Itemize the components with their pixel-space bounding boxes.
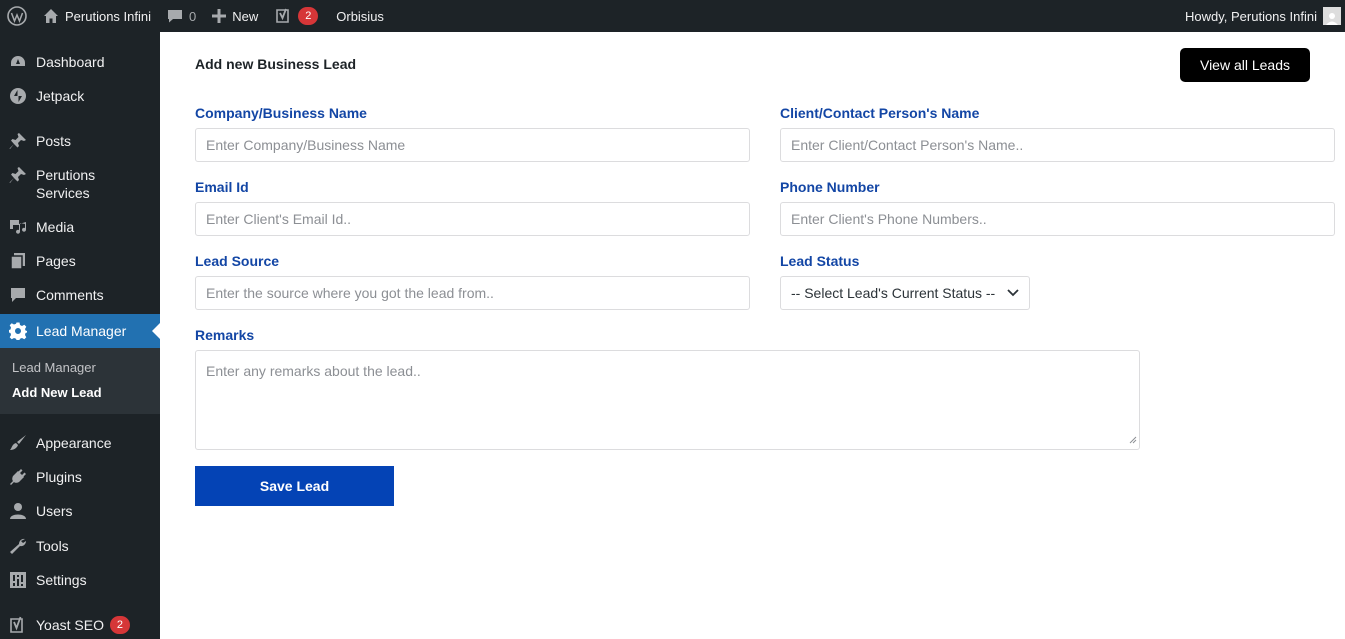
new-label: New: [232, 8, 259, 24]
gear-icon: [8, 321, 28, 341]
menu-label: Jetpack: [36, 88, 85, 104]
admin-sidebar: Dashboard Jetpack Posts Perutions Servic…: [0, 32, 160, 639]
company-name-label: Company/Business Name: [195, 105, 367, 121]
menu-label: Settings: [36, 572, 87, 588]
dashboard-icon: [8, 52, 28, 72]
new-content-link[interactable]: New: [204, 0, 266, 32]
my-account-link[interactable]: Howdy, Perutions Infini: [1177, 0, 1345, 32]
submenu-item-add-new-lead[interactable]: Add New Lead: [0, 380, 160, 405]
comment-icon: [167, 8, 183, 24]
menu-item-perutions-services[interactable]: Perutions Services: [0, 165, 160, 204]
main-content: Add new Business Lead View all Leads Com…: [160, 32, 1345, 639]
yoast-icon: [274, 7, 292, 25]
remarks-label: Remarks: [195, 327, 255, 343]
howdy-text: Howdy, Perutions Infini: [1185, 8, 1317, 24]
menu-label: Dashboard: [36, 54, 105, 70]
company-name-input[interactable]: Enter Company/Business Name: [195, 128, 750, 162]
lead-status-selected: -- Select Lead's Current Status --: [791, 285, 996, 301]
menu-item-settings[interactable]: Settings: [0, 570, 160, 591]
orbisius-link[interactable]: Orbisius: [326, 0, 392, 32]
menu-label: Lead Manager: [36, 323, 127, 339]
avatar: [1323, 7, 1341, 25]
menu-item-appearance[interactable]: Appearance: [0, 433, 160, 454]
home-icon: [43, 8, 59, 24]
menu-label: Yoast SEO: [36, 617, 104, 633]
media-icon: [8, 217, 28, 237]
remarks-textarea[interactable]: Enter any remarks about the lead..: [195, 350, 1140, 450]
menu-label: Comments: [36, 287, 104, 303]
settings-icon: [8, 570, 28, 590]
email-label: Email Id: [195, 179, 249, 195]
yoast-notification-badge: 2: [298, 7, 319, 25]
wordpress-logo-icon: [7, 6, 27, 26]
resize-handle-icon[interactable]: [1129, 431, 1137, 447]
menu-item-posts[interactable]: Posts: [0, 131, 160, 152]
menu-label: Plugins: [36, 469, 82, 485]
pin-icon: [8, 165, 28, 185]
menu-label: Appearance: [36, 435, 112, 451]
menu-item-jetpack[interactable]: Jetpack: [0, 86, 160, 107]
jetpack-icon: [8, 86, 28, 106]
yoast-icon: [8, 615, 28, 635]
phone-label: Phone Number: [780, 179, 880, 195]
site-name-link[interactable]: Perutions Infini: [35, 0, 159, 32]
remarks-placeholder: Enter any remarks about the lead..: [206, 363, 421, 379]
menu-item-dashboard[interactable]: Dashboard: [0, 52, 160, 73]
yoast-adminbar-link[interactable]: 2: [266, 0, 326, 32]
menu-label: Perutions Services: [36, 167, 96, 201]
menu-label: Users: [36, 503, 73, 519]
comment-icon: [8, 285, 28, 305]
view-all-leads-button[interactable]: View all Leads: [1180, 48, 1310, 82]
menu-label: Media: [36, 219, 75, 235]
submenu-item-lead-manager[interactable]: Lead Manager: [0, 355, 160, 380]
site-name: Perutions Infini: [65, 8, 151, 24]
comments-link[interactable]: 0: [159, 0, 204, 32]
menu-item-tools[interactable]: Tools: [0, 536, 160, 557]
menu-item-media[interactable]: Media: [0, 217, 160, 238]
pin-icon: [8, 131, 28, 151]
plugin-icon: [8, 467, 28, 487]
yoast-notification-badge: 2: [109, 616, 130, 634]
menu-item-yoast-seo[interactable]: Yoast SEO 2: [0, 615, 160, 636]
save-lead-button[interactable]: Save Lead: [195, 466, 394, 506]
user-icon: [8, 501, 28, 521]
lead-status-label: Lead Status: [780, 253, 860, 269]
chevron-down-icon: [1007, 289, 1019, 297]
email-input[interactable]: Enter Client's Email Id..: [195, 202, 750, 236]
client-name-label: Client/Contact Person's Name: [780, 105, 980, 121]
menu-item-pages[interactable]: Pages: [0, 251, 160, 272]
lead-source-input[interactable]: Enter the source where you got the lead …: [195, 276, 750, 310]
menu-item-comments[interactable]: Comments: [0, 285, 160, 306]
brush-icon: [8, 433, 28, 453]
orbisius-label: Orbisius: [336, 8, 384, 24]
lead-status-select[interactable]: -- Select Lead's Current Status --: [780, 276, 1030, 310]
wordpress-logo-button[interactable]: [0, 0, 35, 32]
pages-icon: [8, 251, 28, 271]
comments-count: 0: [189, 8, 197, 24]
menu-label: Pages: [36, 253, 76, 269]
menu-label: Tools: [36, 538, 69, 554]
menu-item-plugins[interactable]: Plugins: [0, 467, 160, 488]
plus-icon: [212, 9, 227, 23]
page-title: Add new Business Lead: [195, 56, 357, 72]
wrench-icon: [8, 536, 28, 556]
admin-bar: Perutions Infini 0 New 2 Orbisius Howdy,…: [0, 0, 1345, 32]
client-name-input[interactable]: Enter Client/Contact Person's Name..: [780, 128, 1335, 162]
menu-label: Posts: [36, 133, 72, 149]
lead-manager-submenu: Lead Manager Add New Lead: [0, 348, 160, 414]
menu-item-users[interactable]: Users: [0, 501, 160, 522]
lead-source-label: Lead Source: [195, 253, 280, 269]
phone-input[interactable]: Enter Client's Phone Numbers..: [780, 202, 1335, 236]
menu-item-lead-manager[interactable]: Lead Manager: [0, 314, 160, 348]
